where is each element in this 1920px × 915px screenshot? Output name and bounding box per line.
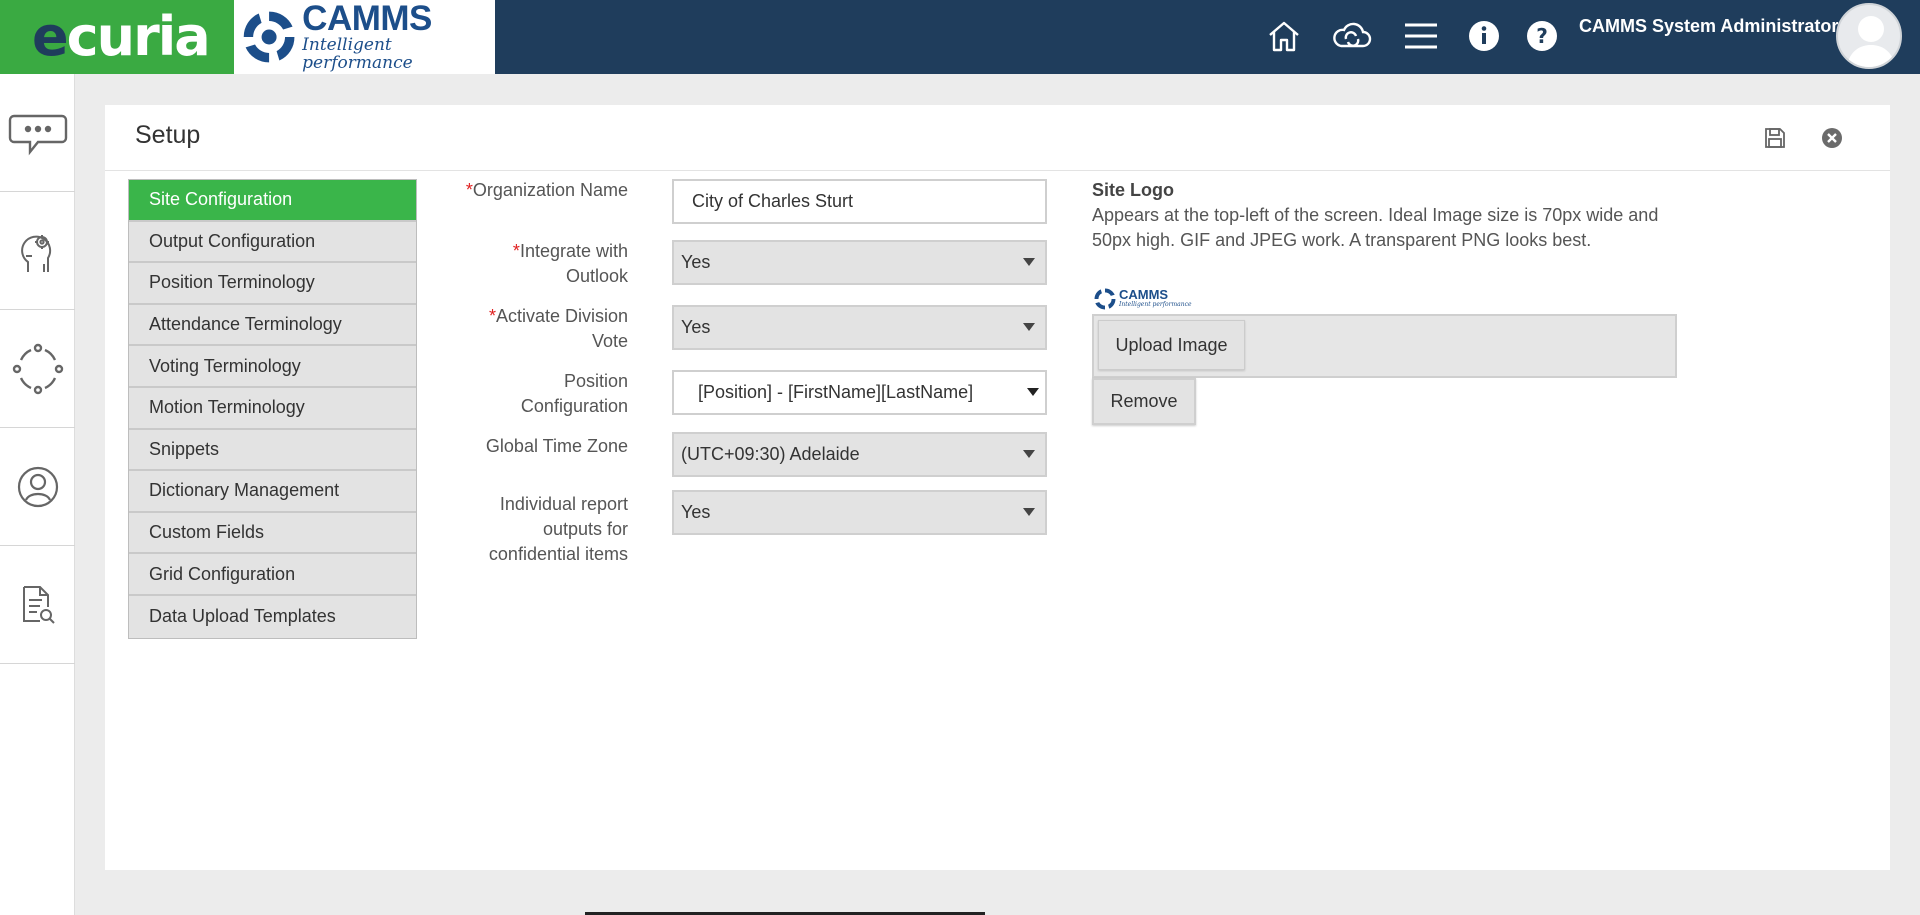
org-name-input[interactable]: City of Charles Sturt bbox=[672, 179, 1047, 224]
menu-item-dictionary-management[interactable]: Dictionary Management bbox=[129, 471, 416, 513]
camms-logo[interactable]: CAMMS Intelligent performance bbox=[234, 0, 495, 74]
camms-name: CAMMS bbox=[302, 0, 432, 38]
menu-item-site-configuration[interactable]: Site Configuration bbox=[129, 180, 416, 222]
menu-item-position-terminology[interactable]: Position Terminology bbox=[129, 263, 416, 305]
remove-button[interactable]: Remove bbox=[1092, 378, 1196, 425]
ecuria-logo[interactable]: ecuria bbox=[0, 0, 234, 74]
page-title: Setup bbox=[135, 121, 201, 149]
menu-item-data-upload-templates[interactable]: Data Upload Templates bbox=[129, 595, 416, 638]
document-search-icon[interactable] bbox=[0, 546, 75, 664]
outlook-select[interactable]: Yes bbox=[672, 240, 1047, 285]
left-rail bbox=[0, 74, 75, 915]
info-icon[interactable] bbox=[1462, 14, 1506, 58]
logo-preview-swirl-icon bbox=[1094, 288, 1116, 310]
chevron-down-icon bbox=[1023, 258, 1035, 266]
individual-report-value: Yes bbox=[681, 502, 711, 522]
org-name-value: City of Charles Sturt bbox=[692, 191, 854, 211]
chat-icon[interactable] bbox=[0, 74, 75, 192]
division-vote-select[interactable]: Yes bbox=[672, 305, 1047, 350]
user-name[interactable]: CAMMS System Administrator bbox=[1579, 16, 1838, 37]
upload-image-button[interactable]: Upload Image bbox=[1098, 320, 1245, 370]
svg-text:?: ? bbox=[1536, 24, 1548, 48]
site-logo-preview: CAMMS Intelligent performance bbox=[1093, 285, 1203, 313]
cloud-sync-icon[interactable] bbox=[1330, 14, 1374, 58]
outlook-value: Yes bbox=[681, 252, 711, 272]
chevron-down-icon bbox=[1023, 508, 1035, 516]
menu-item-output-configuration[interactable]: Output Configuration bbox=[129, 221, 416, 264]
camms-tagline: Intelligent performance bbox=[302, 35, 413, 73]
site-logo-description: Appears at the top-left of the screen. I… bbox=[1092, 205, 1659, 250]
upload-box: Upload Image bbox=[1092, 314, 1677, 378]
chevron-down-icon bbox=[1027, 388, 1039, 396]
menu-item-custom-fields[interactable]: Custom Fields bbox=[129, 512, 416, 555]
save-icon[interactable] bbox=[1760, 123, 1790, 153]
panel-header: Setup bbox=[105, 105, 1890, 171]
setup-side-menu: Site Configuration Output Configuration … bbox=[128, 179, 417, 639]
top-bar: ecuria CAMMS Intelligent performance ? C… bbox=[0, 0, 1920, 74]
menu-icon[interactable] bbox=[1399, 14, 1443, 58]
ecuria-wordmark: ecuria bbox=[32, 5, 211, 68]
home-icon[interactable] bbox=[1262, 14, 1306, 58]
avatar[interactable] bbox=[1836, 3, 1902, 69]
chevron-down-icon bbox=[1023, 323, 1035, 331]
user-icon[interactable] bbox=[0, 428, 75, 546]
avatar-silhouette-icon bbox=[1846, 16, 1896, 67]
menu-item-snippets[interactable]: Snippets bbox=[129, 429, 416, 472]
close-icon[interactable] bbox=[1817, 123, 1847, 153]
help-icon[interactable]: ? bbox=[1520, 14, 1564, 58]
individual-report-select[interactable]: Yes bbox=[672, 490, 1047, 535]
settings-person-icon[interactable] bbox=[0, 192, 75, 310]
logo-preview-text: CAMMS Intelligent performance bbox=[1119, 287, 1192, 308]
menu-item-attendance-terminology[interactable]: Attendance Terminology bbox=[129, 304, 416, 347]
menu-item-grid-configuration[interactable]: Grid Configuration bbox=[129, 554, 416, 596]
menu-item-voting-terminology[interactable]: Voting Terminology bbox=[129, 346, 416, 388]
site-logo-section: Site Logo Appears at the top-left of the… bbox=[1092, 178, 1692, 253]
time-zone-value: (UTC+09:30) Adelaide bbox=[681, 444, 860, 464]
division-vote-value: Yes bbox=[681, 317, 711, 337]
position-config-value: [Position] - [FirstName][LastName] bbox=[698, 382, 974, 402]
chevron-down-icon bbox=[1023, 450, 1035, 458]
camms-swirl-icon bbox=[243, 11, 295, 63]
camms-text: CAMMS Intelligent performance bbox=[302, 0, 495, 73]
site-logo-title: Site Logo bbox=[1092, 180, 1174, 200]
position-config-select[interactable]: [Position] - [FirstName][LastName] bbox=[672, 370, 1047, 415]
time-zone-select[interactable]: (UTC+09:30) Adelaide bbox=[672, 432, 1047, 477]
menu-item-motion-terminology[interactable]: Motion Terminology bbox=[129, 387, 416, 430]
cycle-icon[interactable] bbox=[0, 310, 75, 428]
